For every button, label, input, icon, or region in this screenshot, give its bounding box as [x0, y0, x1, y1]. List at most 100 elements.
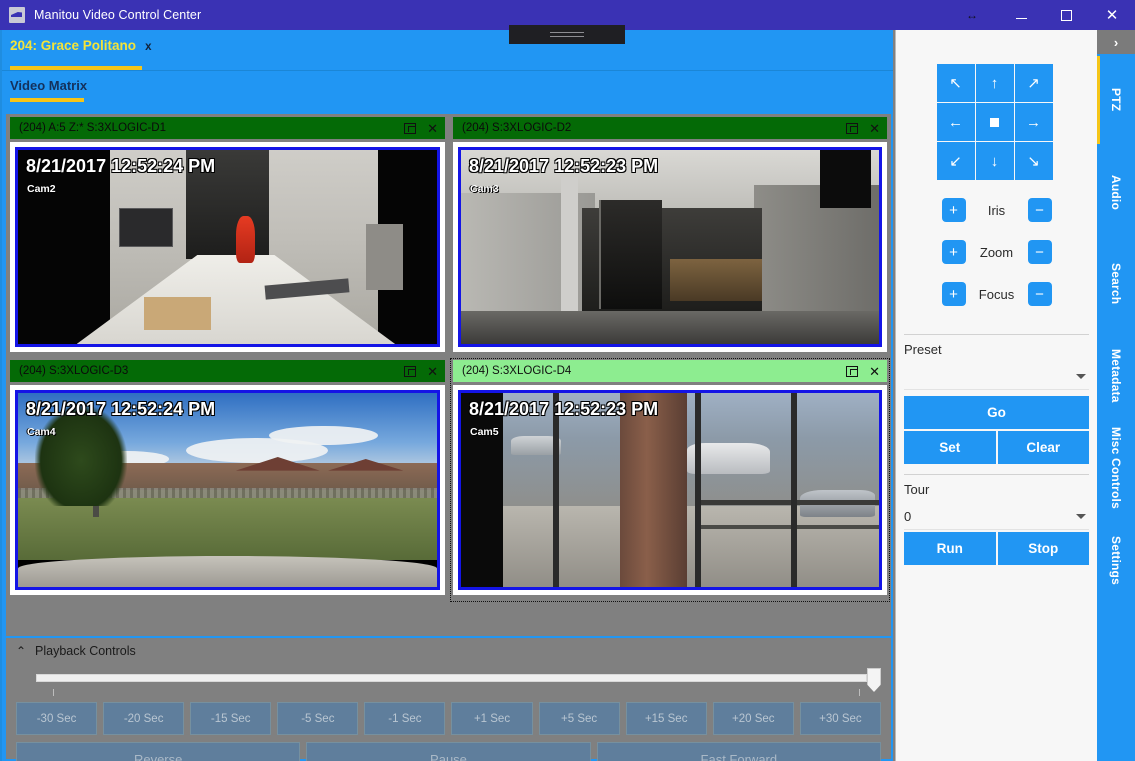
pan-right-button[interactable]: → — [1014, 103, 1053, 141]
iris-increase-button[interactable]: + — [941, 198, 966, 222]
resize-button[interactable]: ↔ — [945, 0, 999, 30]
rail-tab-settings[interactable]: Settings — [1097, 514, 1135, 606]
close-icon[interactable]: ✕ — [427, 365, 438, 378]
playback-slider-track[interactable] — [36, 674, 867, 682]
pan-up-left-button[interactable]: ↖ — [936, 64, 975, 102]
video-cell-title: (204) S:3XLOGIC-D4 — [462, 365, 572, 377]
pause-button[interactable]: Pause — [306, 742, 591, 761]
video-surface[interactable]: 8/21/2017 12:52:23 PM Cam3 — [458, 147, 882, 347]
seek-button[interactable]: +1 Sec — [451, 702, 533, 735]
seek-button[interactable]: +20 Sec — [712, 702, 794, 735]
tour-label: Tour — [904, 482, 930, 497]
video-surface[interactable]: 8/21/2017 12:52:24 PM Cam4 — [15, 390, 440, 590]
focus-increase-button[interactable]: + — [941, 282, 966, 306]
application-window: Manitou Video Control Center ↔ ✕ 204: Gr… — [0, 0, 1135, 761]
chevron-down-icon[interactable] — [1076, 374, 1086, 379]
zoom-control-row: + Zoom − — [896, 240, 1097, 264]
maximize-icon[interactable] — [846, 365, 859, 377]
pan-down-button[interactable]: ↓ — [975, 142, 1014, 180]
tour-run-button[interactable]: Run — [904, 532, 996, 565]
tour-stop-button[interactable]: Stop — [997, 532, 1089, 565]
seek-button[interactable]: +30 Sec — [799, 702, 881, 735]
maximize-button[interactable] — [1044, 0, 1089, 30]
close-icon[interactable]: ✕ — [869, 122, 880, 135]
pan-left-button[interactable]: ← — [936, 103, 975, 141]
stop-square-icon — [990, 117, 999, 127]
seek-button[interactable]: +5 Sec — [538, 702, 620, 735]
maximize-icon[interactable] — [404, 365, 417, 377]
video-frame: 8/21/2017 12:52:23 PM Cam5 — [453, 385, 887, 595]
tour-value: 0 — [904, 509, 912, 524]
seek-button[interactable]: -15 Sec — [190, 702, 272, 735]
close-icon[interactable]: ✕ — [427, 122, 438, 135]
collapse-caret-icon[interactable]: ⌃ — [14, 644, 28, 658]
pan-up-right-button[interactable]: ↗ — [1014, 64, 1053, 102]
window-controls: ↔ ✕ — [945, 0, 1135, 30]
video-camera-label: Cam5 — [470, 426, 499, 438]
maximize-icon[interactable] — [404, 122, 417, 134]
video-cell-header: (204) A:5 Z:* S:3XLOGIC-D1 ✕ — [10, 117, 445, 139]
pan-stop-button[interactable] — [975, 103, 1014, 141]
account-tab-close-icon[interactable]: x — [145, 41, 151, 53]
video-scene-hallway — [461, 150, 879, 344]
preset-clear-button[interactable]: Clear — [997, 431, 1089, 464]
reverse-button[interactable]: Reverse — [16, 742, 301, 761]
rail-tab-label: Search — [1109, 263, 1123, 305]
transport-button-row: Reverse Pause Fast Forward — [6, 735, 891, 761]
pan-down-left-button[interactable]: ↙ — [936, 142, 975, 180]
expand-panel-button[interactable]: › — [1097, 30, 1135, 54]
zoom-decrease-button[interactable]: − — [1027, 240, 1052, 264]
tour-section: Tour 0 Run Stop — [896, 475, 1097, 565]
video-cell-title: (204) A:5 Z:* S:3XLOGIC-D1 — [19, 122, 167, 134]
tour-button-pair: Run Stop — [904, 532, 1089, 565]
preset-set-button[interactable]: Set — [904, 431, 996, 464]
focus-decrease-button[interactable]: − — [1027, 282, 1052, 306]
seek-button[interactable]: -30 Sec — [16, 702, 98, 735]
video-cell[interactable]: (204) S:3XLOGIC-D2 ✕ 8/21/2017 12:52:23 — [449, 114, 891, 357]
zoom-increase-button[interactable]: + — [941, 240, 966, 264]
video-cell[interactable]: (204) S:3XLOGIC-D3 ✕ 8/21/2017 12:52:24 … — [6, 357, 449, 600]
focus-control-row: + Focus − — [896, 282, 1097, 306]
focus-label: Focus — [978, 286, 1015, 302]
video-frame: 8/21/2017 12:52:24 PM Cam4 — [10, 385, 445, 595]
maximize-icon[interactable] — [846, 122, 859, 134]
playback-slider[interactable] — [36, 664, 881, 698]
rail-tab-label: Metadata — [1109, 349, 1123, 403]
rail-tab-audio[interactable]: Audio — [1097, 146, 1135, 238]
seek-button[interactable]: -5 Sec — [277, 702, 359, 735]
preset-go-button[interactable]: Go — [904, 396, 1089, 429]
fast-forward-button[interactable]: Fast Forward — [596, 742, 881, 761]
close-icon[interactable]: ✕ — [869, 365, 880, 378]
rail-tab-label: Audio — [1109, 174, 1123, 210]
preset-button-pair: Set Clear — [904, 431, 1089, 464]
pan-down-right-button[interactable]: ↘ — [1014, 142, 1053, 180]
iris-decrease-button[interactable]: − — [1027, 198, 1052, 222]
playback-slider-thumb[interactable] — [867, 668, 881, 692]
account-tab[interactable]: 204: Grace Politano x — [10, 38, 151, 53]
tab-video-matrix[interactable]: Video Matrix — [10, 78, 87, 93]
rail-tab-search[interactable]: Search — [1097, 238, 1135, 330]
rail-tab-ptz[interactable]: PTZ — [1097, 54, 1135, 146]
video-scene-parking-lot — [461, 393, 879, 587]
matrix-tab-underline — [10, 98, 84, 102]
rail-tab-misc-controls[interactable]: Misc Controls — [1097, 422, 1135, 514]
preset-select[interactable] — [904, 364, 1089, 390]
video-cell[interactable]: (204) A:5 Z:* S:3XLOGIC-D1 ✕ 8/21/2017 1… — [6, 114, 449, 357]
seek-button[interactable]: -20 Sec — [103, 702, 185, 735]
seek-button[interactable]: -1 Sec — [364, 702, 446, 735]
drag-handle[interactable] — [509, 25, 625, 44]
window-title: Manitou Video Control Center — [34, 8, 202, 22]
minimize-button[interactable] — [999, 0, 1044, 30]
video-timestamp: 8/21/2017 12:52:24 PM — [26, 399, 216, 419]
seek-button[interactable]: +15 Sec — [625, 702, 707, 735]
video-surface[interactable]: 8/21/2017 12:52:24 PM Cam2 — [15, 147, 440, 347]
video-cell-selected[interactable]: (204) S:3XLOGIC-D4 ✕ 8/21/2017 12:52:23 … — [449, 357, 891, 602]
rail-tab-metadata[interactable]: Metadata — [1097, 330, 1135, 422]
pan-up-button[interactable]: ↑ — [975, 64, 1014, 102]
close-button[interactable]: ✕ — [1089, 0, 1135, 30]
video-surface[interactable]: 8/21/2017 12:52:23 PM Cam5 — [458, 390, 882, 590]
video-matrix: (204) A:5 Z:* S:3XLOGIC-D1 ✕ 8/21/2017 1… — [6, 114, 891, 636]
chevron-down-icon[interactable] — [1076, 514, 1086, 519]
tour-select[interactable]: 0 — [904, 504, 1089, 530]
video-cell-header: (204) S:3XLOGIC-D3 ✕ — [10, 360, 445, 382]
